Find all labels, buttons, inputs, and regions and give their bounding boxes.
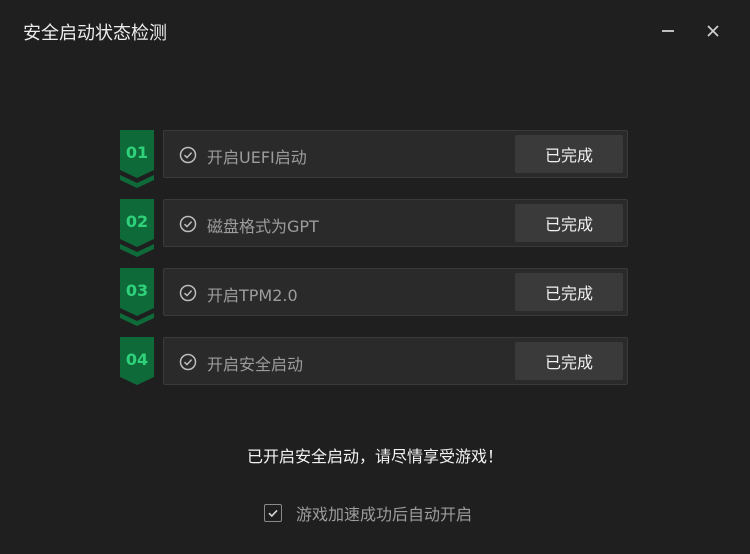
step-badge: 03 [120, 268, 154, 328]
minimize-icon [662, 30, 674, 32]
dialog-window: 安全启动状态检测 01 开启UEFI启动 已完成 02 磁盘格式为GPT 已完成… [0, 0, 750, 554]
auto-open-checkbox[interactable] [264, 504, 282, 522]
step-number: 03 [125, 281, 149, 300]
minimize-button[interactable] [655, 18, 681, 44]
step-badge: 04 [120, 337, 154, 397]
check-circle-icon [179, 215, 197, 233]
close-button[interactable] [700, 18, 726, 44]
step-label: 开启安全启动 [207, 355, 304, 374]
step-item: 04 开启安全启动 已完成 [120, 337, 630, 393]
close-icon [707, 25, 719, 37]
status-message: 已开启安全启动，请尽情享受游戏！ [246, 447, 503, 466]
step-item: 02 磁盘格式为GPT 已完成 [120, 199, 630, 257]
step-row: 开启UEFI启动 已完成 [163, 130, 628, 178]
check-circle-icon [179, 353, 197, 371]
dialog-title: 安全启动状态检测 [23, 23, 167, 44]
step-item: 01 开启UEFI启动 已完成 [120, 130, 630, 188]
step-item: 03 开启TPM2.0 已完成 [120, 268, 630, 326]
step-status-button[interactable]: 已完成 [515, 135, 623, 173]
step-status-button[interactable]: 已完成 [515, 273, 623, 311]
step-number: 02 [125, 212, 149, 231]
step-badge: 02 [120, 199, 154, 259]
step-number: 04 [125, 350, 149, 369]
step-label: 磁盘格式为GPT [207, 217, 319, 236]
step-row: 磁盘格式为GPT 已完成 [163, 199, 628, 247]
auto-open-label: 游戏加速成功后自动开启 [296, 505, 473, 524]
step-status-button[interactable]: 已完成 [515, 342, 623, 380]
step-label: 开启UEFI启动 [207, 148, 307, 167]
step-number: 01 [125, 143, 149, 162]
step-row: 开启TPM2.0 已完成 [163, 268, 628, 316]
check-circle-icon [179, 146, 197, 164]
step-status-button[interactable]: 已完成 [515, 204, 623, 242]
check-icon [268, 509, 278, 518]
step-badge: 01 [120, 130, 154, 190]
step-label: 开启TPM2.0 [207, 286, 298, 305]
auto-open-option[interactable]: 游戏加速成功后自动开启 [264, 501, 472, 525]
step-row: 开启安全启动 已完成 [163, 337, 628, 385]
check-circle-icon [179, 284, 197, 302]
